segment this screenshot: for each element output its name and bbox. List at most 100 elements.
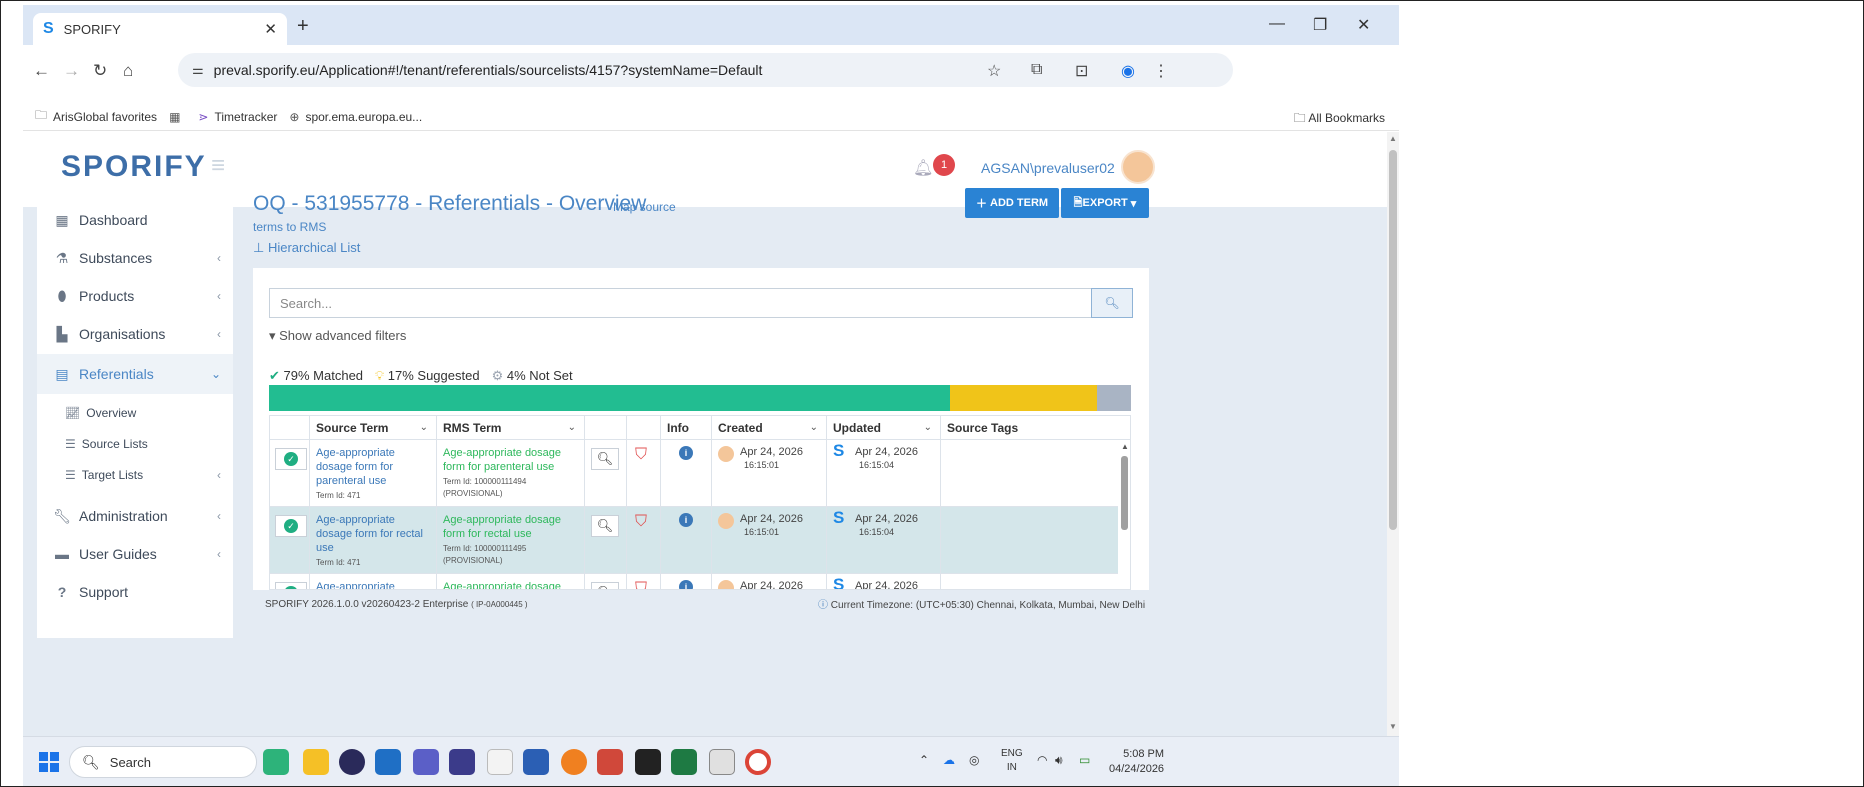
app-icon-m365[interactable] bbox=[597, 749, 623, 775]
rms-term-link[interactable]: Age-appropriate dosage form for parenter… bbox=[443, 446, 578, 474]
add-term-button[interactable]: ＋ ADD TERM bbox=[965, 188, 1059, 218]
minimize-icon[interactable]: — bbox=[1269, 15, 1285, 33]
app-icon-eclipse[interactable] bbox=[339, 749, 365, 775]
search-rms-button[interactable]: 🔍︎ bbox=[591, 448, 619, 470]
bookmark-star-icon[interactable]: ☆ bbox=[987, 61, 1001, 81]
info-icon[interactable]: i bbox=[679, 580, 693, 589]
avatar[interactable] bbox=[1121, 150, 1155, 184]
search-button[interactable]: 🔍︎ bbox=[1091, 288, 1133, 318]
sidebar-item-user-guides[interactable]: ▬ User Guides ‹ bbox=[37, 535, 233, 573]
apps-icon[interactable]: ▦ bbox=[169, 110, 186, 124]
search-input[interactable]: Search... bbox=[269, 288, 1091, 318]
app-tray-icon[interactable]: ◎ bbox=[969, 753, 979, 767]
table-scrollbar[interactable]: ▲ bbox=[1118, 440, 1130, 589]
app-icon-sticky[interactable] bbox=[635, 749, 661, 775]
rms-term-link[interactable]: Age-appropriate dosage form, bbox=[443, 580, 578, 589]
tab-search-icon[interactable]: ⊡ bbox=[1075, 61, 1088, 81]
word-icon[interactable] bbox=[523, 749, 549, 775]
sidebar-item-referentials[interactable]: ▤ Referentials ⌄ bbox=[37, 354, 233, 394]
table-row[interactable]: ✓ Age-appropriate dosage form for parent… bbox=[270, 440, 1118, 507]
table-row-selected[interactable]: ✓ Age-appropriate dosage form for rectal… bbox=[270, 507, 1118, 574]
app-icon-window[interactable] bbox=[709, 749, 735, 775]
file-explorer-icon[interactable] bbox=[303, 749, 329, 775]
excel-icon[interactable] bbox=[671, 749, 697, 775]
sidebar-item-products[interactable]: ⬮ Products ‹ bbox=[37, 277, 233, 315]
bookmark-timetracker[interactable]: ⋗ Timetracker bbox=[198, 110, 277, 124]
info-icon[interactable]: i bbox=[679, 446, 693, 460]
sidebar-sub-target-lists[interactable]: ☰ Target Lists ‹ bbox=[37, 460, 233, 490]
match-status-button[interactable]: ✓ bbox=[275, 582, 307, 589]
browser-tab[interactable]: S SPORIFY ✕ bbox=[33, 13, 287, 45]
hierarchical-list-link[interactable]: ⊥ Hierarchical List bbox=[253, 240, 360, 256]
system-clock[interactable]: 5:08 PM 04/24/2026 bbox=[1109, 747, 1164, 777]
chrome-icon[interactable] bbox=[745, 749, 771, 775]
notification-badge[interactable]: 1 bbox=[933, 154, 955, 176]
export-button[interactable]: 🗎 EXPORT ▾ bbox=[1061, 188, 1149, 218]
source-term-link[interactable]: Age-appropriate dosage form for rectal u… bbox=[316, 513, 430, 555]
restore-icon[interactable]: ❐ bbox=[1313, 15, 1327, 35]
shield-clock-icon[interactable]: ⛉ bbox=[635, 580, 647, 589]
close-window-icon[interactable]: ✕ bbox=[1357, 15, 1370, 35]
sidebar-item-support[interactable]: ? Support bbox=[37, 573, 233, 611]
profile-icon[interactable]: ◉ bbox=[1121, 61, 1135, 81]
bookmark-folder[interactable]: 🗀 ArisGlobal favorites bbox=[35, 106, 157, 127]
bookmark-spor[interactable]: ⊕ spor.ema.europa.eu... bbox=[289, 110, 422, 124]
site-info-icon[interactable]: ⚌ bbox=[192, 62, 204, 78]
column-header-updated[interactable]: Updated ⌄ bbox=[827, 416, 941, 440]
sidebar-item-dashboard[interactable]: ▦ Dashboard bbox=[37, 201, 233, 239]
all-bookmarks[interactable]: 🗀 All Bookmarks bbox=[1294, 109, 1385, 130]
sporify-logo[interactable]: SPORIFY bbox=[61, 150, 207, 184]
search-rms-button[interactable]: 🔍︎ bbox=[591, 582, 619, 589]
advanced-filters-toggle[interactable]: ▾ Show advanced filters bbox=[269, 328, 406, 344]
scroll-up-icon[interactable]: ▲ bbox=[1389, 134, 1397, 143]
reload-icon[interactable]: ↻ bbox=[93, 61, 107, 81]
app-icon-1[interactable] bbox=[263, 749, 289, 775]
volume-icon[interactable]: 🔊︎ bbox=[1055, 753, 1063, 768]
tab-close-icon[interactable]: ✕ bbox=[264, 20, 277, 38]
forward-icon[interactable]: → bbox=[63, 61, 80, 81]
battery-icon[interactable]: ▭ bbox=[1079, 753, 1090, 767]
match-status-button[interactable]: ✓ bbox=[275, 448, 307, 470]
scroll-down-icon[interactable]: ▼ bbox=[1389, 722, 1397, 731]
column-header-created[interactable]: Created ⌄ bbox=[712, 416, 827, 440]
sidebar-item-organisations[interactable]: ▙ Organisations ‹ bbox=[37, 315, 233, 353]
outlook-icon[interactable] bbox=[375, 749, 401, 775]
menu-kebab-icon[interactable]: ⋮ bbox=[1153, 61, 1169, 81]
wifi-icon[interactable]: ◠ bbox=[1037, 753, 1047, 767]
username[interactable]: AGSAN\prevaluser02 bbox=[981, 160, 1115, 176]
search-rms-button[interactable]: 🔍︎ bbox=[591, 515, 619, 537]
teams-icon[interactable] bbox=[413, 749, 439, 775]
column-header-source-term[interactable]: Source Term ⌄ bbox=[310, 416, 437, 440]
home-icon[interactable]: ⌂ bbox=[123, 61, 133, 81]
sidebar-item-substances[interactable]: ⚗ Substances ‹ bbox=[37, 239, 233, 277]
info-icon[interactable]: i bbox=[679, 513, 693, 527]
app-icon-compass[interactable] bbox=[561, 749, 587, 775]
scroll-up-icon[interactable]: ▲ bbox=[1121, 442, 1129, 451]
sidebar-sub-source-lists[interactable]: ☰ Source Lists bbox=[37, 429, 233, 459]
column-header-rms-term[interactable]: RMS Term ⌄ bbox=[437, 416, 585, 440]
match-status-button[interactable]: ✓ bbox=[275, 515, 307, 537]
notepad-icon[interactable] bbox=[487, 749, 513, 775]
rms-term-link[interactable]: Age-appropriate dosage form for rectal u… bbox=[443, 513, 578, 541]
sidebar-sub-overview[interactable]: 📈︎ Overview bbox=[37, 398, 233, 428]
app-icon-dark[interactable] bbox=[449, 749, 475, 775]
bell-icon[interactable]: 🔔︎ bbox=[913, 158, 933, 178]
table-scrollbar-thumb[interactable] bbox=[1121, 456, 1128, 530]
page-scrollbar-thumb[interactable] bbox=[1389, 150, 1397, 530]
hamburger-menu-icon[interactable]: ≡ bbox=[211, 152, 225, 180]
page-scrollbar[interactable]: ▲ ▼ bbox=[1387, 132, 1399, 736]
table-row[interactable]: ✓ Age-appropriate dosage Age-appropriate… bbox=[270, 574, 1118, 589]
onedrive-icon[interactable]: ☁ bbox=[943, 753, 955, 767]
chevron-up-icon[interactable]: ⌃ bbox=[919, 753, 929, 767]
sidebar-item-administration[interactable]: 🔧︎ Administration ‹ bbox=[37, 497, 233, 535]
back-icon[interactable]: ← bbox=[33, 61, 50, 81]
shield-clock-icon[interactable]: ⛉ bbox=[635, 513, 647, 531]
new-tab-icon[interactable]: + bbox=[297, 15, 309, 38]
extensions-icon[interactable]: ⧉ bbox=[1031, 61, 1042, 79]
source-term-link[interactable]: Age-appropriate dosage form for parenter… bbox=[316, 446, 430, 488]
windows-start-icon[interactable] bbox=[39, 752, 59, 772]
taskbar-search[interactable]: 🔍︎ Search bbox=[69, 746, 257, 778]
language-indicator[interactable]: ENG IN bbox=[1001, 747, 1023, 775]
shield-clock-icon[interactable]: ⛉ bbox=[635, 446, 647, 464]
source-term-link[interactable]: Age-appropriate dosage bbox=[316, 580, 430, 589]
